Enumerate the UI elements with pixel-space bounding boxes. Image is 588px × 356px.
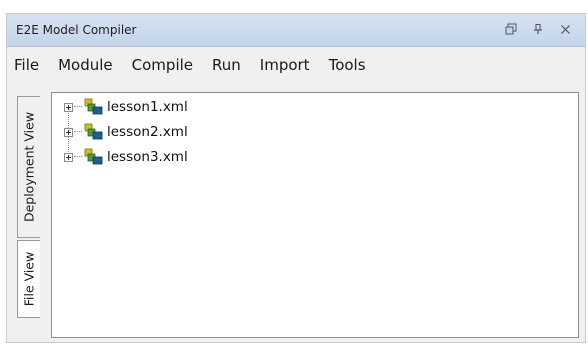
menu-tools[interactable]: Tools bbox=[329, 56, 366, 74]
tree-item-label: lesson2.xml bbox=[107, 124, 188, 140]
tree-item-label: lesson1.xml bbox=[107, 99, 188, 115]
restore-window-icon[interactable] bbox=[503, 21, 519, 37]
side-tab-strip: Deployment View File View bbox=[17, 94, 41, 340]
expand-icon[interactable] bbox=[64, 102, 73, 112]
menu-module[interactable]: Module bbox=[58, 56, 113, 74]
expand-icon[interactable] bbox=[64, 127, 73, 137]
compiler-panel: E2E Model Compiler File Module Compile R… bbox=[6, 13, 586, 343]
pin-icon[interactable] bbox=[530, 21, 546, 37]
file-tree-view[interactable]: lesson1.xml lesson2.xml lesson3.xml bbox=[51, 92, 579, 338]
expand-icon[interactable] bbox=[64, 152, 73, 162]
title-bar: E2E Model Compiler bbox=[7, 14, 585, 47]
tab-deployment-view-label: Deployment View bbox=[21, 111, 37, 223]
module-icon bbox=[84, 98, 103, 115]
menu-run[interactable]: Run bbox=[212, 56, 241, 74]
close-icon[interactable] bbox=[557, 21, 573, 37]
menu-bar: File Module Compile Run Import Tools bbox=[7, 48, 585, 82]
tree-item[interactable]: lesson3.xml bbox=[64, 147, 188, 167]
window-title: E2E Model Compiler bbox=[16, 23, 137, 37]
tab-file-view[interactable]: File View bbox=[17, 240, 40, 318]
tab-file-view-label: File View bbox=[21, 251, 37, 307]
module-icon bbox=[84, 148, 103, 165]
module-icon bbox=[84, 123, 103, 140]
tab-deployment-view[interactable]: Deployment View bbox=[17, 96, 40, 238]
tree-item-label: lesson3.xml bbox=[107, 149, 188, 165]
tree-item[interactable]: lesson1.xml bbox=[64, 97, 188, 117]
menu-file[interactable]: File bbox=[14, 56, 39, 74]
menu-import[interactable]: Import bbox=[260, 56, 310, 74]
tree-item[interactable]: lesson2.xml bbox=[64, 122, 188, 142]
menu-compile[interactable]: Compile bbox=[132, 56, 193, 74]
